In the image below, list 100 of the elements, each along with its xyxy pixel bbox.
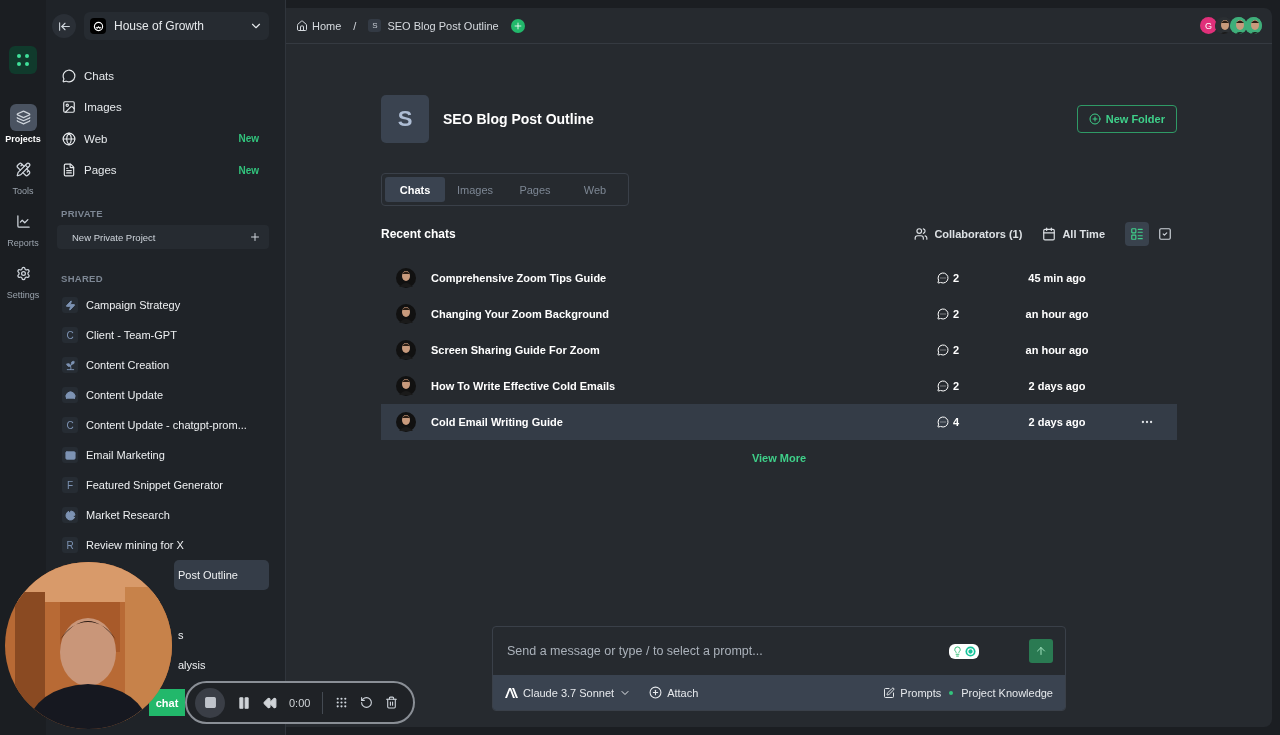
collaborators-filter[interactable]: Collaborators (1): [914, 227, 1023, 241]
new-folder-button[interactable]: New Folder: [1076, 105, 1177, 133]
plus-circle-icon: [649, 686, 663, 699]
person-icon: [396, 304, 416, 324]
list-view-button[interactable]: [1125, 222, 1149, 246]
grid-dots-icon[interactable]: [335, 696, 349, 709]
person-icon: [1245, 17, 1262, 34]
pause-icon[interactable]: [237, 695, 251, 710]
project-knowledge-button[interactable]: Project Knowledge: [961, 686, 1053, 699]
avatar[interactable]: [1245, 17, 1262, 34]
restart-icon[interactable]: [360, 696, 374, 709]
chart-icon: [15, 214, 31, 229]
comment-count: 2: [937, 344, 997, 356]
stop-icon: [203, 696, 217, 709]
chat-row[interactable]: How To Write Effective Cold Emails 2 2 days ago: [381, 368, 1177, 404]
tab[interactable]: Web: [565, 177, 625, 202]
project-item[interactable]: alysis: [174, 650, 269, 680]
comment-icon: [937, 416, 949, 428]
app-logo[interactable]: [9, 46, 37, 74]
rail-item[interactable]: Projects: [0, 104, 46, 144]
home-icon: [296, 19, 308, 32]
breadcrumb-current: SEO Blog Post Outline: [387, 19, 499, 32]
avatar[interactable]: [1215, 17, 1232, 34]
image-icon: [62, 100, 76, 115]
project-item[interactable]: Email Marketing: [52, 440, 269, 470]
project-item[interactable]: Market Research: [52, 500, 269, 530]
letter-icon: C: [62, 417, 78, 433]
plus-icon: [249, 231, 261, 243]
new-private-project-button[interactable]: New Private Project: [57, 225, 269, 249]
model-logo: [505, 687, 518, 698]
plus-circle-icon: [1088, 113, 1101, 125]
project-item[interactable]: R Review mining for X: [52, 530, 269, 560]
chat-row[interactable]: Changing Your Zoom Background 2 an hour ago: [381, 296, 1177, 332]
attach-button[interactable]: Attach: [649, 686, 699, 699]
stop-button[interactable]: [195, 687, 225, 718]
nav-label: Images: [84, 101, 122, 114]
nav-item[interactable]: Chats: [52, 60, 269, 92]
chat-row[interactable]: Screen Sharing Guide For Zoom 2 an hour ago: [381, 332, 1177, 368]
project-item[interactable]: Post Outline: [174, 560, 269, 590]
chat-row[interactable]: Comprehensive Zoom Tips Guide 2 45 min ago: [381, 260, 1177, 296]
tab[interactable]: Chats: [385, 177, 445, 202]
project-item[interactable]: Content Creation: [52, 350, 269, 380]
grammar-widget[interactable]: [949, 643, 979, 659]
chat-time: 2 days ago: [1027, 380, 1087, 392]
pencil-ruler-icon: [15, 162, 31, 177]
pen-square-icon: [883, 686, 896, 699]
nav-item[interactable]: Images: [52, 91, 269, 123]
tab[interactable]: Images: [445, 177, 505, 202]
chat-time: 45 min ago: [1027, 272, 1087, 284]
workspace-selector[interactable]: House of Growth: [84, 12, 269, 40]
globe-icon: [62, 131, 76, 146]
project-item[interactable]: Content Update: [52, 380, 269, 410]
new-label: New: [238, 133, 259, 145]
grammar-logo: [965, 645, 976, 657]
add-button[interactable]: [510, 18, 525, 33]
nav-label: Chats: [84, 69, 115, 82]
prompts-button[interactable]: Prompts: [883, 686, 942, 699]
chat-title: How To Write Effective Cold Emails: [431, 380, 617, 392]
letter-icon: C: [62, 327, 78, 343]
lightbulb-icon: [952, 645, 963, 657]
rail-item[interactable]: Settings: [0, 260, 46, 300]
project-item[interactable]: C Content Update - chatgpt-prom...: [52, 410, 269, 440]
collapse-button[interactable]: [52, 14, 76, 38]
project-title: SEO Blog Post Outline: [443, 111, 595, 127]
view-more-link[interactable]: View More: [751, 452, 807, 464]
nav-label: Pages: [84, 164, 117, 177]
tab[interactable]: Pages: [505, 177, 565, 202]
project-item[interactable]: Campaign Strategy: [52, 290, 269, 320]
checkbox-icon: [1158, 227, 1172, 241]
project-item[interactable]: C Client - Team-GPT: [52, 320, 269, 350]
time-filter[interactable]: All Time: [1042, 227, 1105, 241]
home-link[interactable]: Home: [296, 19, 342, 32]
section-heading: PRIVATE: [60, 208, 104, 219]
comment-icon: [937, 344, 949, 356]
comment-count: 2: [937, 380, 997, 392]
trash-icon[interactable]: [385, 696, 399, 709]
settings-icon: [15, 266, 31, 281]
comment-count: 2: [937, 308, 997, 320]
comment-icon: [937, 380, 949, 392]
person-icon: [396, 340, 416, 360]
avatar[interactable]: G: [1200, 17, 1217, 34]
nav-item[interactable]: Web New: [52, 123, 269, 155]
project-item[interactable]: s: [174, 620, 269, 650]
person-icon: [396, 376, 416, 396]
chat-bubble-icon: [62, 68, 76, 83]
message-input[interactable]: Send a message or type / to select a prompt...: [505, 643, 939, 659]
new-label: New: [238, 164, 259, 176]
plus-icon: [512, 20, 523, 31]
sprout-icon: [62, 357, 78, 373]
chat-row[interactable]: Cold Email Writing Guide 4 2 days ago: [381, 404, 1177, 440]
rewind-icon[interactable]: [263, 695, 277, 710]
workspace-logo: [90, 18, 106, 34]
avatar[interactable]: [1230, 17, 1247, 34]
nav-item[interactable]: Pages New: [52, 154, 269, 186]
model-selector[interactable]: Claude 3.7 Sonnet: [505, 686, 632, 699]
rail-item[interactable]: Reports: [0, 208, 46, 248]
rail-item[interactable]: Tools: [0, 156, 46, 196]
send-button[interactable]: [1029, 639, 1053, 663]
project-item[interactable]: F Featured Snippet Generator: [52, 470, 269, 500]
chat-time: 2 days ago: [1027, 416, 1087, 428]
